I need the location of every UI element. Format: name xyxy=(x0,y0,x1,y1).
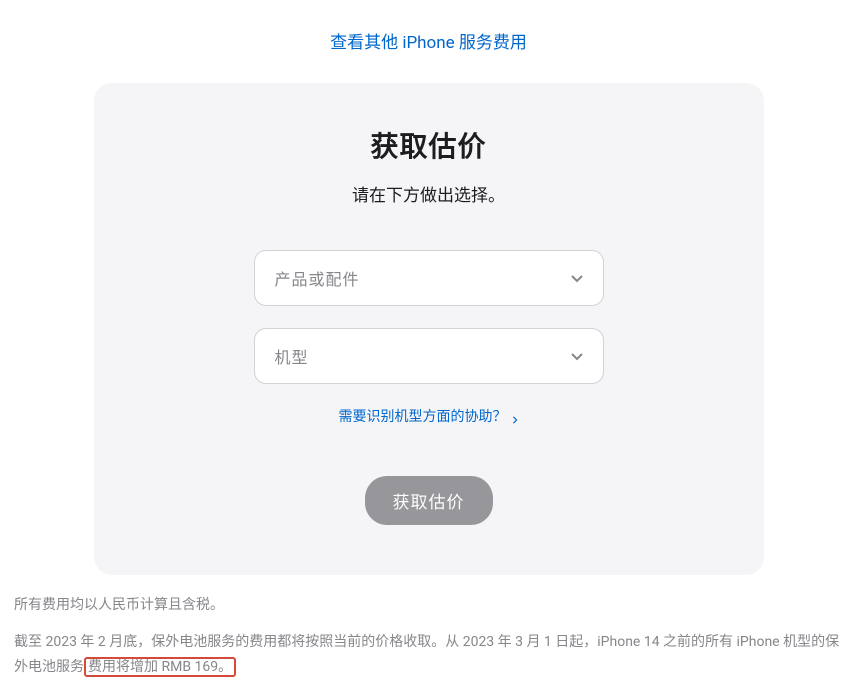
card-title: 获取估价 xyxy=(134,125,724,165)
product-select-placeholder: 产品或配件 xyxy=(275,266,360,290)
chevron-right-icon xyxy=(511,412,519,420)
get-estimate-button[interactable]: 获取估价 xyxy=(365,476,493,525)
product-select[interactable]: 产品或配件 xyxy=(254,250,604,306)
chevron-down-icon xyxy=(569,348,585,364)
model-select-placeholder: 机型 xyxy=(275,344,309,368)
help-link-text: 需要识别机型方面的协助？ xyxy=(339,406,507,426)
other-service-fees-link[interactable]: 查看其他 iPhone 服务费用 xyxy=(0,0,857,71)
chevron-down-icon xyxy=(569,270,585,286)
card-subtitle: 请在下方做出选择。 xyxy=(134,181,724,206)
footer-notes: 所有费用均以人民币计算且含税。 截至 2023 年 2 月底，保外电池服务的费用… xyxy=(0,575,857,681)
highlighted-text: 费用将增加 RMB 169。 xyxy=(84,657,236,677)
identify-model-help-link[interactable]: 需要识别机型方面的协助？ xyxy=(339,406,519,426)
estimate-card: 获取估价 请在下方做出选择。 产品或配件 机型 需要识别机型方面的协助？ xyxy=(94,83,764,575)
footer-line-1: 所有费用均以人民币计算且含税。 xyxy=(14,593,843,618)
footer-line-2: 截至 2023 年 2 月底，保外电池服务的费用都将按照当前的价格收取。从 20… xyxy=(14,630,843,680)
model-select[interactable]: 机型 xyxy=(254,328,604,384)
